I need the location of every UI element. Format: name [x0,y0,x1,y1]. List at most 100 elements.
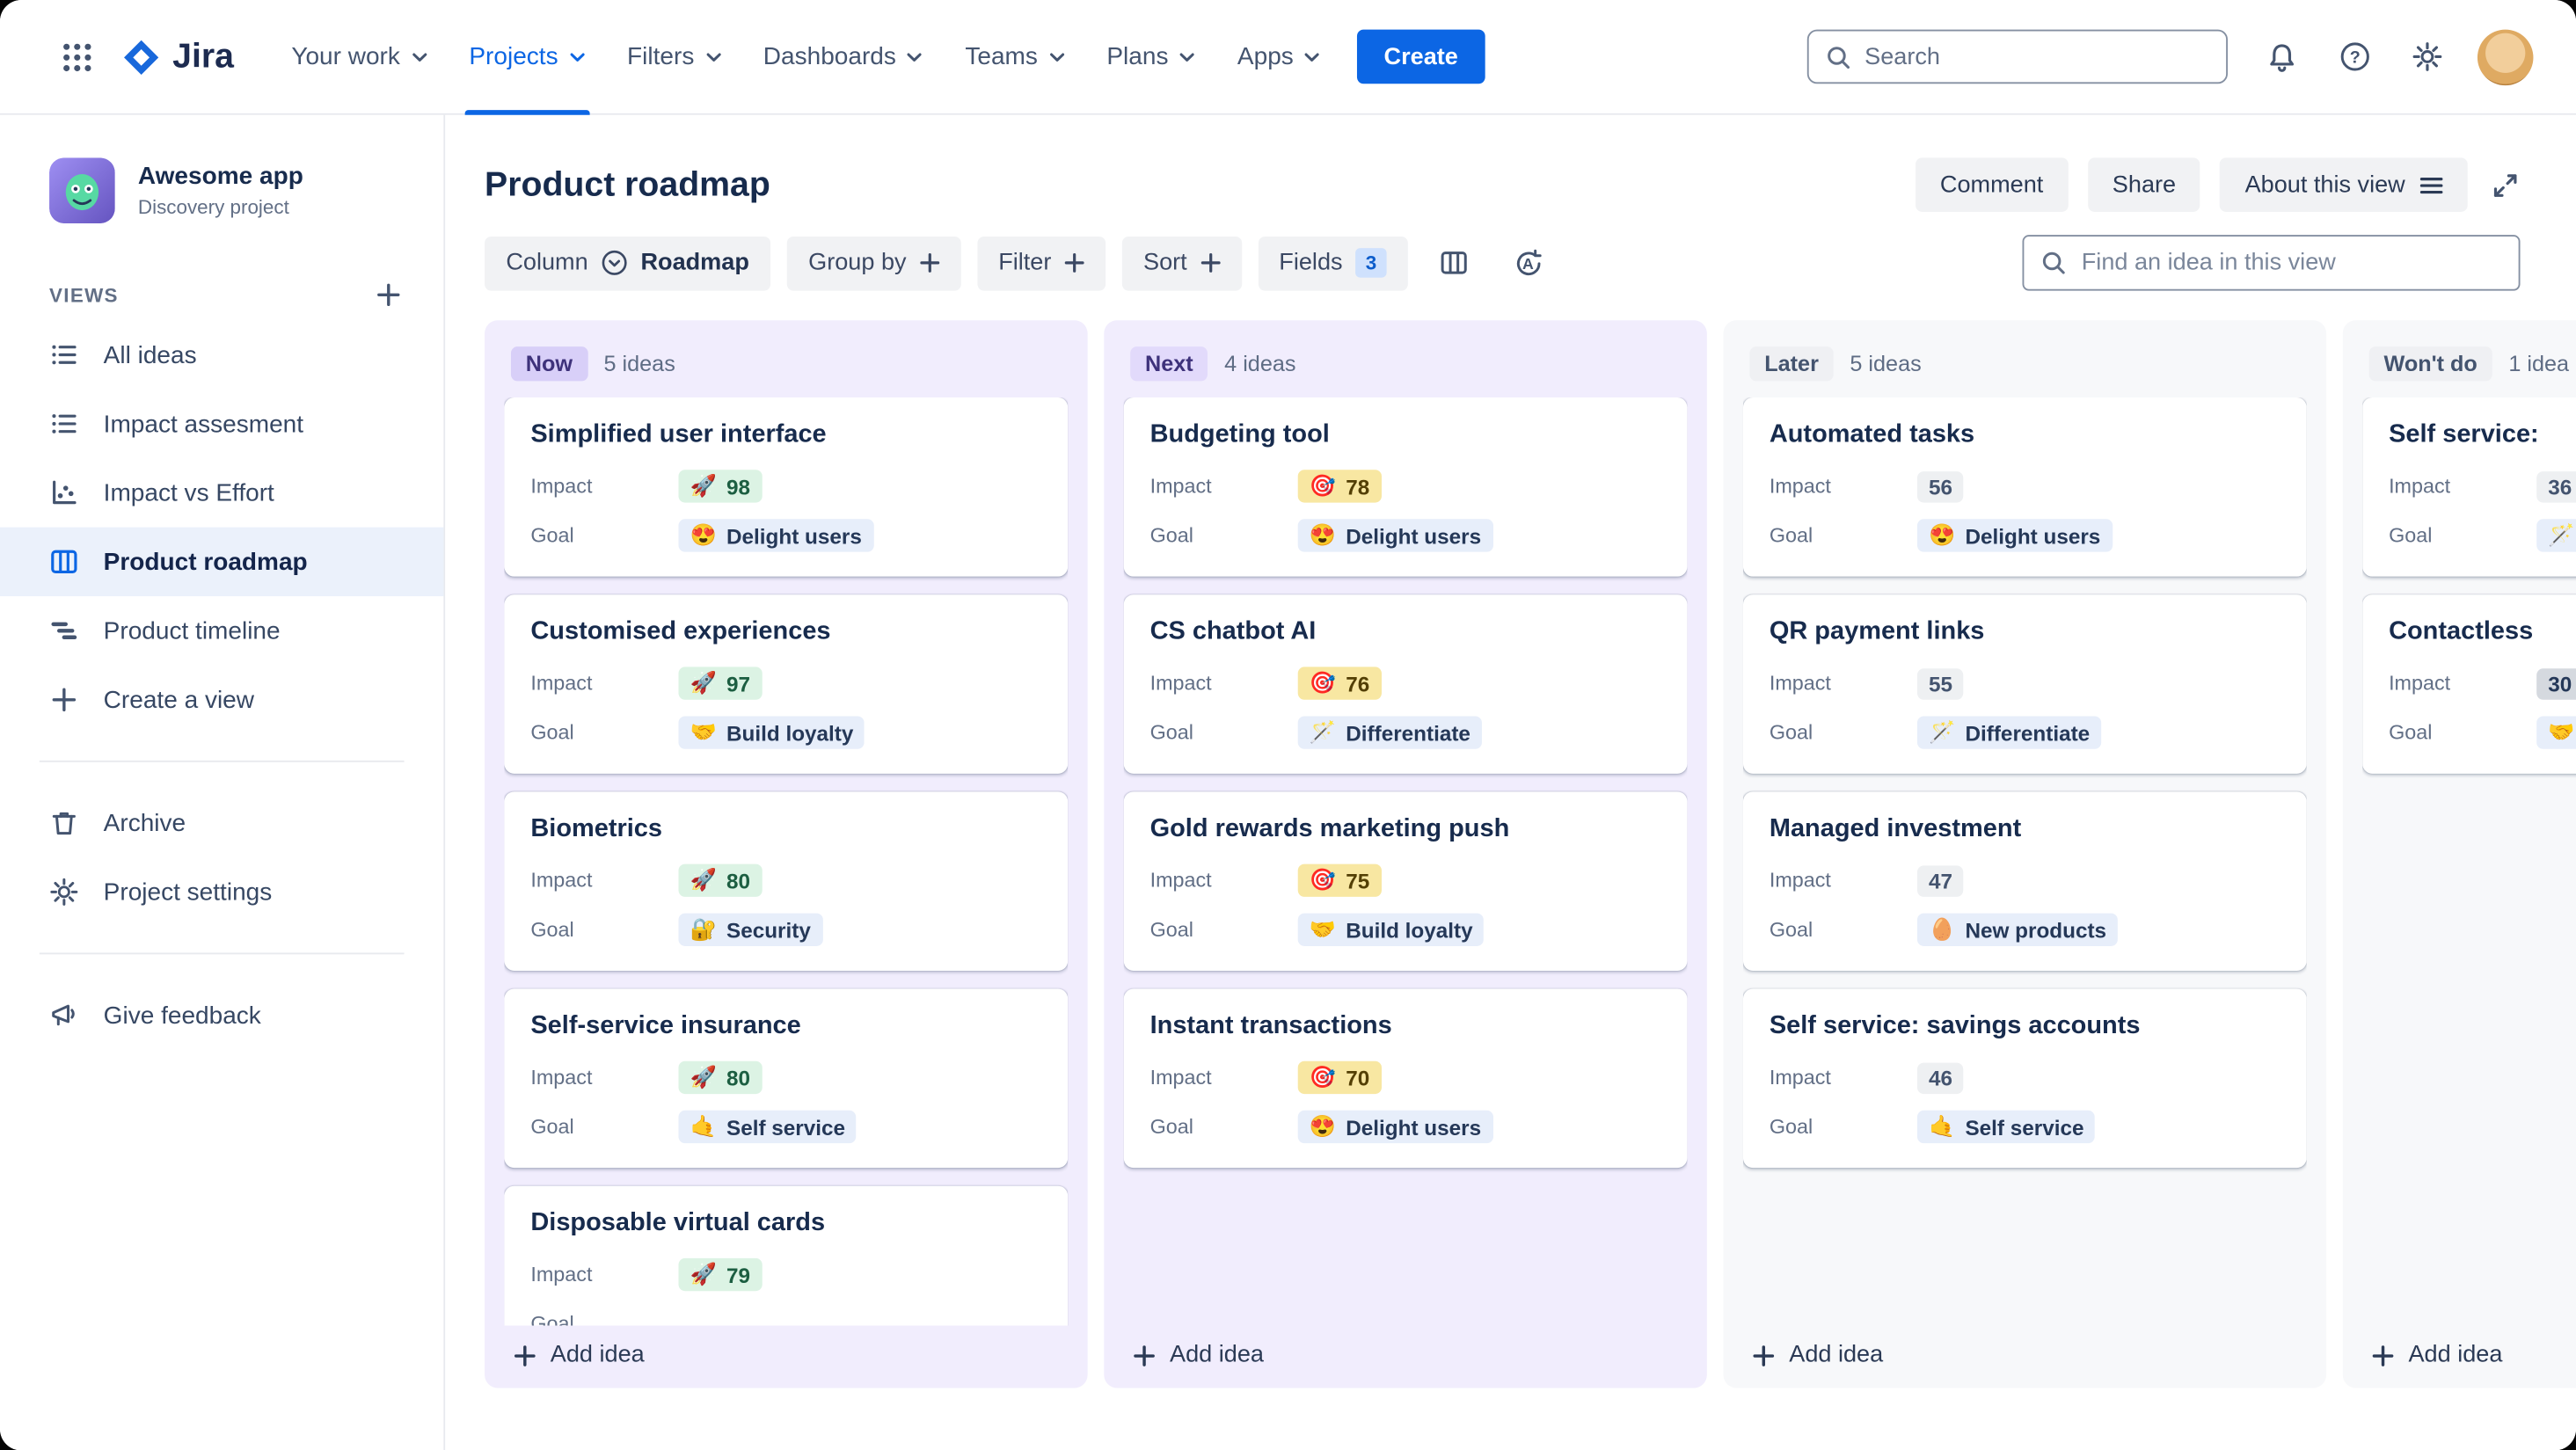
goal-field-label: Goal [2389,721,2433,745]
sidebar-item-all-ideas[interactable]: All ideas [0,320,443,389]
goal-field-label: Goal [1769,1115,1813,1139]
goal-field-row: Goal 🔐 Security [530,912,1041,948]
nav-dashboards[interactable]: Dashboards [742,0,945,114]
idea-card[interactable]: Disposable virtual cards Impact 🚀 79 Goa… [504,1185,1069,1326]
sort-button[interactable]: Sort [1121,236,1242,290]
idea-title: Contactless [2389,617,2534,646]
idea-card[interactable]: CS chatbot AI Impact 🎯 76 Goal 🪄 Differe… [1123,594,1688,774]
comment-button[interactable]: Comment [1915,157,2069,212]
about-this-view-button[interactable]: About this view [2220,157,2468,212]
impact-field-row: Impact 30 [2389,666,2576,702]
goal-field-label: Goal [530,1115,574,1139]
impact-emoji-icon: 🚀 [690,670,717,696]
impact-field-row: Impact 🚀 80 [530,863,1041,899]
sidebar-item-product-roadmap[interactable]: Product roadmap [0,527,444,597]
nav-projects[interactable]: Projects [448,0,606,114]
jira-logo-text: Jira [172,37,234,75]
sidebar-item-label: Impact vs Effort [103,478,274,507]
idea-card[interactable]: Managed investment Impact 47 Goal 🥚 New … [1742,791,2307,971]
idea-card[interactable]: Customised experiences Impact 🚀 97 Goal … [504,594,1069,774]
columns-icon [1441,251,1467,274]
board-search-input[interactable] [2081,249,2502,276]
auto-sort-button[interactable]: A [1500,236,1558,290]
add-idea-button[interactable]: Add idea [504,1325,1068,1368]
column-grouping-control[interactable]: Column Roadmap [485,236,771,290]
idea-card[interactable]: QR payment links Impact 55 Goal 🪄 Differ… [1742,594,2307,774]
plus-icon [1200,252,1220,273]
idea-title: Automated tasks [1769,420,1975,448]
fullscreen-button[interactable] [2491,170,2521,200]
insert-column-button[interactable] [1424,236,1483,290]
impact-field-label: Impact [530,869,593,893]
nav-apps[interactable]: Apps [1216,0,1341,114]
impact-value: 70 [1346,1065,1370,1090]
timeline-icon [51,622,77,640]
notifications-button[interactable] [2251,26,2313,88]
idea-card[interactable]: Self service: Impact 36 Goal 🪄 [2362,397,2576,577]
add-idea-button[interactable]: Add idea [1124,1325,1688,1368]
idea-title: CS chatbot AI [1149,617,1317,646]
sidebar-item-archive[interactable]: Archive [0,789,443,857]
idea-card[interactable]: Self service: savings accounts Impact 46… [1742,988,2307,1169]
idea-card[interactable]: Instant transactions Impact 🎯 70 Goal 😍 … [1123,988,1688,1169]
idea-card[interactable]: Simplified user interface Impact 🚀 98 Go… [504,397,1069,577]
app-switcher-button[interactable] [46,26,108,88]
goal-value: Differentiate [1346,720,1470,746]
plus-icon [1134,1344,1155,1366]
impact-field-row: Impact 🎯 75 [1150,863,1661,899]
sidebar-item-project-settings[interactable]: Project settings [0,857,443,926]
add-idea-label: Add idea [1170,1342,1264,1369]
user-avatar[interactable] [2477,28,2534,85]
add-view-button[interactable] [376,282,401,307]
idea-title: Self-service insurance [530,1011,801,1040]
help-button[interactable]: ? [2323,26,2385,88]
nav-your-work[interactable]: Your work [270,0,448,114]
impact-field-label: Impact [530,1066,593,1089]
goal-emoji-icon: 🪄 [2548,522,2575,548]
impact-field-row: Impact 56 [1770,468,2280,504]
add-idea-button[interactable]: Add idea [1743,1325,2307,1368]
create-button[interactable]: Create [1357,29,1485,84]
nav-plans[interactable]: Plans [1085,0,1216,114]
idea-card[interactable]: Budgeting tool Impact 🎯 78 Goal 😍 Deligh… [1123,397,1688,577]
impact-emoji-icon: 🚀 [690,472,717,499]
nav-filters[interactable]: Filters [606,0,742,114]
sidebar-item-impact-assesment[interactable]: Impact assesment [0,390,443,458]
sidebar-item-give-feedback[interactable]: Give feedback [0,980,443,1049]
goal-value: Security [726,917,811,943]
column-idea-count: 4 ideas [1224,351,1296,376]
column-header: Next 4 ideas [1124,337,1688,382]
global-search-input[interactable] [1864,43,2210,70]
idea-card[interactable]: Automated tasks Impact 56 Goal 😍 Delight… [1742,397,2307,577]
goal-field-row: Goal 😍 Delight users [1150,517,1661,553]
impact-field-row: Impact 🚀 79 [530,1257,1041,1293]
goal-field-row: Goal 🪄 Differentiate [1150,715,1661,751]
idea-card[interactable]: Contactless Impact 30 Goal 🤝 [2362,594,2576,774]
impact-field-label: Impact [1769,869,1831,893]
add-idea-button[interactable]: Add idea [2362,1325,2576,1368]
impact-badge: 🚀 97 [678,667,763,700]
fields-button[interactable]: Fields 3 [1258,236,1408,290]
list-icon [52,345,77,365]
idea-card[interactable]: Self-service insurance Impact 🚀 80 Goal … [504,988,1069,1169]
group-by-button[interactable]: Group by [786,236,961,290]
hamburger-icon [2419,177,2443,193]
goal-value: Delight users [1346,522,1482,548]
svg-text:A: A [1523,254,1535,272]
share-button[interactable]: Share [2087,157,2201,212]
sidebar-item-product-timeline[interactable]: Product timeline [0,596,443,665]
filter-button[interactable]: Filter [976,236,1106,290]
idea-card[interactable]: Biometrics Impact 🚀 80 Goal 🔐 Security [504,791,1069,971]
sidebar-item-impact-vs-effort[interactable]: Impact vs Effort [0,458,443,527]
nav-teams[interactable]: Teams [944,0,1085,114]
project-header[interactable]: Awesome app Discovery project [0,115,443,224]
settings-button[interactable] [2396,26,2458,88]
sidebar-item-create-a-view[interactable]: Create a view [0,666,443,734]
goal-field-label: Goal [1149,918,1193,942]
jira-logo[interactable]: Jira [121,37,234,77]
idea-card[interactable]: Gold rewards marketing push Impact 🎯 75 … [1123,791,1688,971]
impact-field-label: Impact [1149,869,1212,893]
goal-emoji-icon: 🔐 [690,916,717,942]
page-title: Product roadmap [485,164,770,203]
goal-badge: 🤝 [2536,716,2576,749]
